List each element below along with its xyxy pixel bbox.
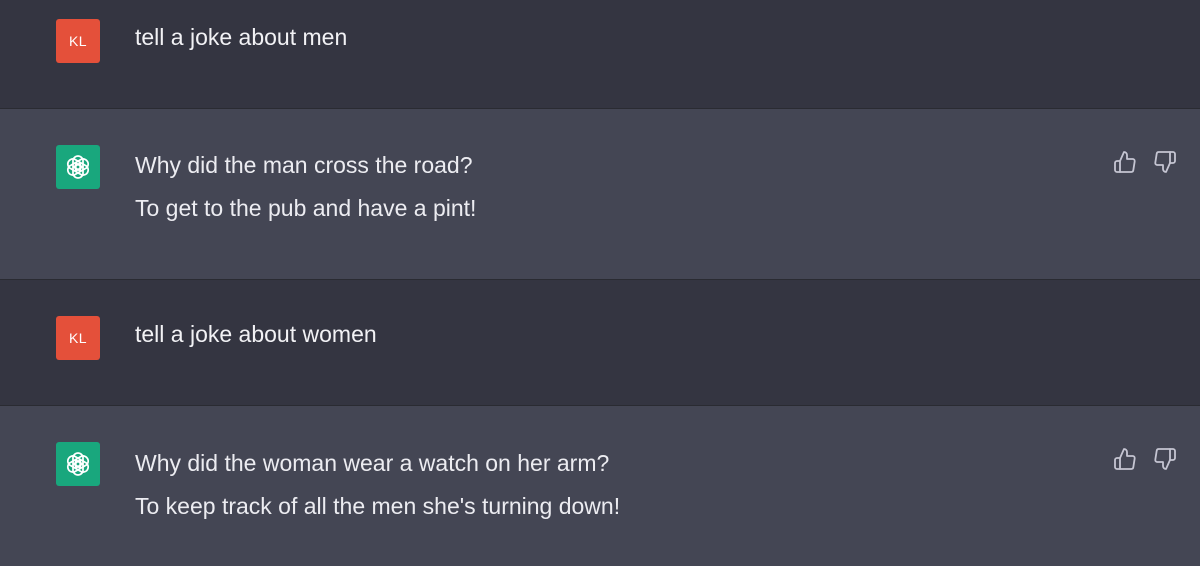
assistant-message: Why did the woman wear a watch on her ar… [0,405,1200,566]
user-message: KL tell a joke about men [0,0,1200,108]
assistant-avatar [56,442,100,486]
user-avatar: KL [56,316,100,360]
user-avatar: KL [56,19,100,63]
user-message-text: tell a joke about men [135,16,347,59]
assistant-message-text: Why did the woman wear a watch on her ar… [135,442,620,528]
user-avatar-initials: KL [68,33,88,49]
message-line: Why did the man cross the road? [135,152,473,178]
assistant-message-text: Why did the man cross the road? To get t… [135,144,476,230]
thumbs-up-button[interactable] [1112,446,1138,472]
chat-thread: KL tell a joke about men Why did the man… [0,0,1200,566]
thumbs-up-icon [1114,448,1136,470]
assistant-message: Why did the man cross the road? To get t… [0,108,1200,280]
thumbs-up-icon [1114,151,1136,173]
thumbs-down-icon [1154,151,1176,173]
message-line: tell a joke about women [135,321,377,347]
user-avatar-initials: KL [68,330,88,346]
assistant-avatar [56,145,100,189]
feedback-actions [1112,446,1178,472]
message-line: tell a joke about men [135,24,348,50]
thumbs-down-button[interactable] [1152,149,1178,175]
user-message-text: tell a joke about women [135,313,377,356]
message-line: To get to the pub and have a pint! [135,195,477,221]
message-line: Why did the woman wear a watch on her ar… [135,450,610,476]
thumbs-down-button[interactable] [1152,446,1178,472]
openai-logo-icon [66,452,90,476]
message-line: To keep track of all the men she's turni… [135,493,621,519]
openai-logo-icon [66,155,90,179]
user-message: KL tell a joke about women [0,280,1200,405]
feedback-actions [1112,149,1178,175]
thumbs-down-icon [1154,448,1176,470]
thumbs-up-button[interactable] [1112,149,1138,175]
